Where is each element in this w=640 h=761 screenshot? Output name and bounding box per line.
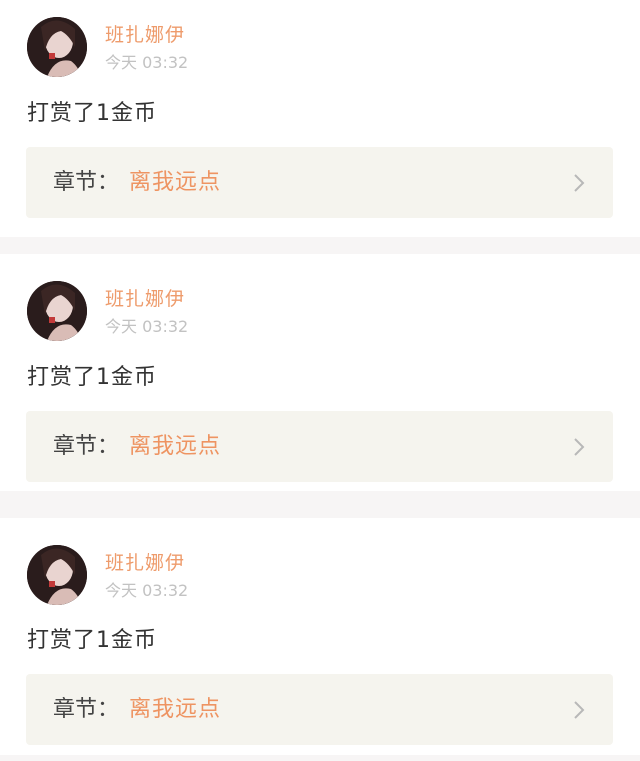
chapter-label: 章节： bbox=[53, 434, 120, 459]
reward-card: 班扎娜伊 今天 03:32 打赏了1金币 章节： 离我远点 bbox=[0, 518, 640, 755]
reward-feed: 班扎娜伊 今天 03:32 打赏了1金币 章节： 离我远点 班扎娜伊 今天 03… bbox=[0, 0, 640, 761]
chapter-title: 离我远点 bbox=[129, 434, 222, 459]
avatar[interactable] bbox=[27, 281, 87, 341]
chapter-label: 章节： bbox=[53, 170, 120, 195]
section-divider bbox=[0, 491, 640, 518]
avatar[interactable] bbox=[27, 17, 87, 77]
username[interactable]: 班扎娜伊 bbox=[105, 550, 185, 576]
chapter-title: 离我远点 bbox=[129, 697, 222, 722]
reward-message: 打赏了1金币 bbox=[27, 101, 157, 126]
chapter-title: 离我远点 bbox=[129, 170, 222, 195]
username[interactable]: 班扎娜伊 bbox=[105, 286, 185, 312]
chevron-right-icon bbox=[574, 174, 585, 192]
timestamp: 今天 03:32 bbox=[105, 317, 189, 336]
avatar-image bbox=[27, 17, 87, 77]
chapter-link[interactable]: 章节： 离我远点 bbox=[26, 411, 613, 482]
chevron-right-icon bbox=[574, 438, 585, 456]
section-divider bbox=[0, 237, 640, 254]
username[interactable]: 班扎娜伊 bbox=[105, 22, 185, 48]
chapter-link[interactable]: 章节： 离我远点 bbox=[26, 674, 613, 745]
avatar-image bbox=[27, 281, 87, 341]
reward-card: 班扎娜伊 今天 03:32 打赏了1金币 章节： 离我远点 bbox=[0, 0, 640, 237]
reward-message: 打赏了1金币 bbox=[27, 628, 157, 653]
reward-message: 打赏了1金币 bbox=[27, 365, 157, 390]
chevron-right-icon bbox=[574, 701, 585, 719]
avatar-image bbox=[27, 545, 87, 605]
reward-card: 班扎娜伊 今天 03:32 打赏了1金币 章节： 离我远点 bbox=[0, 254, 640, 491]
avatar[interactable] bbox=[27, 545, 87, 605]
chapter-link[interactable]: 章节： 离我远点 bbox=[26, 147, 613, 218]
timestamp: 今天 03:32 bbox=[105, 581, 189, 600]
timestamp: 今天 03:32 bbox=[105, 53, 189, 72]
chapter-label: 章节： bbox=[53, 697, 120, 722]
